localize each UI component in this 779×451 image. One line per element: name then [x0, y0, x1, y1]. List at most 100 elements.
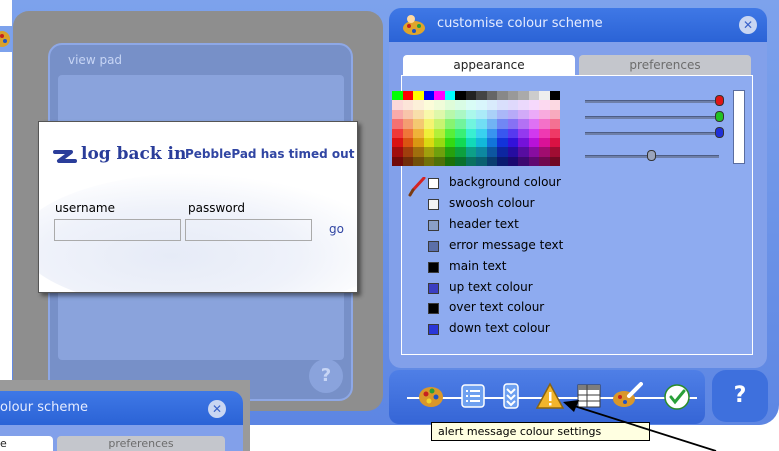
colour-swatch[interactable] [497, 137, 508, 148]
colour-swatch[interactable] [444, 91, 455, 101]
colour-swatch[interactable] [486, 100, 497, 110]
colour-swatch[interactable] [434, 147, 445, 157]
help-button[interactable]: ? [712, 370, 768, 422]
colour-swatch[interactable] [528, 137, 539, 148]
colour-swatch[interactable] [518, 91, 529, 101]
colour-swatch[interactable] [423, 91, 434, 101]
colour-swatch[interactable] [465, 119, 476, 129]
colour-swatch[interactable] [413, 147, 424, 157]
colour-swatch[interactable] [476, 91, 487, 101]
slider-knob-red[interactable] [715, 95, 724, 106]
colour-swatch[interactable] [539, 137, 550, 148]
colour-swatch[interactable] [392, 119, 403, 129]
colour-swatch[interactable] [486, 109, 497, 120]
colour-swatch[interactable] [486, 137, 497, 148]
colour-swatch[interactable] [434, 156, 445, 167]
colour-swatch[interactable] [444, 156, 455, 167]
colour-swatch[interactable] [539, 128, 550, 138]
colour-swatch[interactable] [402, 91, 413, 101]
colour-swatch[interactable] [476, 156, 487, 167]
colour-swatch[interactable] [497, 147, 508, 157]
colour-swatch[interactable] [392, 100, 403, 110]
colour-swatch[interactable] [392, 91, 403, 101]
colour-swatch[interactable] [528, 91, 539, 101]
colour-sample[interactable] [428, 198, 439, 210]
colour-swatch[interactable] [455, 128, 466, 138]
colour-swatch[interactable] [486, 156, 497, 167]
colour-sample[interactable] [428, 303, 439, 315]
colour-swatch[interactable] [455, 137, 466, 148]
colour-swatch[interactable] [444, 100, 455, 110]
colour-swatch[interactable] [455, 119, 466, 129]
colour-swatch[interactable] [465, 109, 476, 120]
slider-knob-blue[interactable] [715, 127, 724, 138]
colour-swatch[interactable] [455, 109, 466, 120]
colour-swatch[interactable] [434, 128, 445, 138]
colour-swatch[interactable] [413, 109, 424, 120]
colour-swatch[interactable] [434, 91, 445, 101]
colour-sample[interactable] [428, 178, 439, 189]
slider-knob-brightness[interactable] [647, 150, 656, 161]
colour-swatch[interactable] [402, 147, 413, 157]
colour-swatch[interactable] [528, 100, 539, 110]
colour-swatch-grid[interactable] [392, 91, 560, 167]
colour-swatch[interactable] [413, 100, 424, 110]
colour-swatch[interactable] [444, 128, 455, 138]
colour-swatch[interactable] [528, 128, 539, 138]
colour-swatch[interactable] [434, 100, 445, 110]
colour-swatch[interactable] [392, 147, 403, 157]
colour-swatch[interactable] [507, 128, 518, 138]
colour-swatch[interactable] [455, 156, 466, 167]
colour-swatch[interactable] [549, 100, 560, 110]
colour-swatch[interactable] [413, 91, 424, 101]
colour-swatch[interactable] [402, 100, 413, 110]
colour-swatch[interactable] [549, 156, 560, 167]
mini-tab-preferences[interactable]: preferences [57, 436, 225, 451]
confirm-icon[interactable] [663, 383, 691, 411]
colour-swatch[interactable] [518, 128, 529, 138]
colour-swatch[interactable] [476, 137, 487, 148]
colour-swatch[interactable] [518, 137, 529, 148]
colour-swatch[interactable] [497, 100, 508, 110]
colour-swatch[interactable] [392, 109, 403, 120]
colour-swatch[interactable] [549, 109, 560, 120]
colour-swatch[interactable] [549, 119, 560, 129]
tab-preferences[interactable]: preferences [579, 55, 751, 75]
colour-swatch[interactable] [465, 137, 476, 148]
username-input[interactable] [54, 219, 181, 241]
colour-swatch[interactable] [549, 147, 560, 157]
colour-swatch[interactable] [539, 156, 550, 167]
colour-swatch[interactable] [528, 119, 539, 129]
colour-swatch[interactable] [497, 119, 508, 129]
colour-swatch[interactable] [549, 137, 560, 148]
colour-swatch[interactable] [486, 91, 497, 101]
colour-swatch[interactable] [402, 137, 413, 148]
colour-swatch[interactable] [413, 137, 424, 148]
colour-swatch[interactable] [518, 109, 529, 120]
colour-swatch[interactable] [455, 100, 466, 110]
colour-swatch[interactable] [539, 109, 550, 120]
colour-swatch[interactable] [402, 128, 413, 138]
brush-palette-icon[interactable] [611, 382, 643, 410]
colour-swatch[interactable] [444, 137, 455, 148]
colour-swatch[interactable] [528, 147, 539, 157]
colour-swatch[interactable] [476, 119, 487, 129]
colour-swatch[interactable] [507, 137, 518, 148]
scroll-icon[interactable] [497, 382, 525, 410]
colour-swatch[interactable] [413, 156, 424, 167]
colour-swatch[interactable] [476, 128, 487, 138]
mini-close-icon[interactable]: ✕ [208, 400, 226, 418]
colour-swatch[interactable] [444, 119, 455, 129]
go-link[interactable]: go [329, 222, 344, 236]
colour-swatch[interactable] [539, 100, 550, 110]
colour-swatch[interactable] [423, 100, 434, 110]
slider-green[interactable] [585, 116, 719, 119]
palette-icon[interactable] [417, 382, 445, 410]
colour-swatch[interactable] [497, 128, 508, 138]
tab-appearance[interactable]: appearance [403, 55, 575, 75]
colour-sample[interactable] [428, 240, 439, 252]
colour-swatch[interactable] [423, 119, 434, 129]
colour-swatch[interactable] [465, 100, 476, 110]
colour-swatch[interactable] [507, 119, 518, 129]
colour-swatch[interactable] [486, 119, 497, 129]
